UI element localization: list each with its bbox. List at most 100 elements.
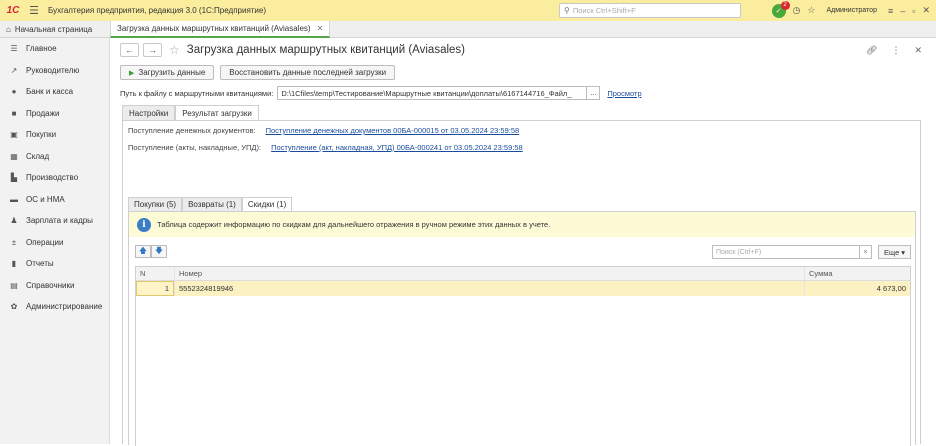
sidebar-item-label: Зарплата и кадры [26,216,93,226]
sidebar-item-manager[interactable]: ↗ Руководителю [0,60,109,82]
play-icon: ▶ [129,69,135,77]
table-header: N Номер Сумма [136,267,910,281]
gear-icon: ✿ [10,302,18,312]
person-icon: ♟ [10,216,18,226]
main-menu-icon[interactable]: ☰ [26,0,42,21]
sidebar-item-label: Главное [26,44,57,54]
history-icon[interactable]: ◷ [793,5,801,16]
info-icon: i [137,217,151,232]
cell-sum[interactable]: 4 673,00 [804,281,910,296]
tab-close-icon[interactable]: ✕ [317,24,324,33]
load-result-panel: Поступление денежных документов: Поступл… [122,120,921,446]
user-name[interactable]: Администратор [826,7,877,14]
more-button-label: Еще [883,247,900,257]
app-logo: 1С [6,5,20,16]
browse-link[interactable]: Просмотр [607,89,641,98]
sidebar-item-salary[interactable]: ♟ Зарплата и кадры [0,210,109,232]
close-icon[interactable]: ✕ [922,5,930,16]
search-icon: ⚲ [564,6,570,15]
back-button[interactable]: ← [120,43,139,57]
bag-icon: ■ [11,108,17,118]
global-search-input[interactable]: ⚲ Поиск Ctrl+Shift+F [559,3,741,18]
tab-discounts[interactable]: Скидки (1) [241,197,293,212]
settings-menu-icon[interactable]: ≡ [888,6,893,16]
table-search-clear-button[interactable]: × [860,245,872,259]
chevron-down-icon: ▾ [901,247,906,257]
cash-docs-label: Поступление денежных документов: [128,126,256,135]
column-header-n[interactable]: N [136,267,174,280]
link-icon[interactable]: 🔗︎ [866,45,877,56]
warehouse-icon: ▦ [10,151,18,161]
global-search-placeholder: Поиск Ctrl+Shift+F [572,6,636,15]
load-data-button[interactable]: ▶ Загрузить данные [120,65,215,80]
tab-returns[interactable]: Возвраты (1) [182,197,242,212]
sidebar-item-label: Операции [26,237,64,247]
favorites-star-icon[interactable]: ☆ [807,5,815,16]
cart-icon: ▣ [10,130,18,140]
path-select-button[interactable]: ... [587,86,601,100]
more-menu-icon[interactable]: ⋮ [891,45,900,56]
move-up-button[interactable]: 🡅 [135,245,151,258]
book-icon: ▤ [10,280,18,290]
column-header-number[interactable]: Номер [174,267,804,280]
notifications-count: 2 [780,0,790,10]
notifications-button[interactable]: ✓ 2 [771,0,790,18]
sidebar-item-label: Покупки [26,130,57,140]
sidebar-item-production[interactable]: ▙ Производство [0,167,109,189]
sidebar-item-label: Руководителю [26,65,80,75]
favorite-star-icon[interactable]: ☆ [169,43,180,57]
sidebar-item-label: ОС и НМА [26,194,65,204]
sidebar-item-main[interactable]: ☰ Главное [0,38,109,60]
restore-icon[interactable]: ▫ [912,6,915,16]
path-label: Путь к файлу с маршрутными квитанциями: [120,88,274,98]
table-search-input[interactable]: Поиск (Ctrl+F) [712,245,860,259]
sidebar-item-catalogs[interactable]: ▤ Справочники [0,275,109,297]
sidebar-item-label: Производство [26,173,79,183]
sidebar-item-label: Администрирование [26,302,103,312]
chart-icon: ↗ [10,65,18,75]
cell-n[interactable]: 1 [136,281,174,296]
tab-purchases[interactable]: Покупки (5) [128,197,183,212]
sidebar-item-reports[interactable]: ▮ Отчеты [0,253,109,275]
acts-link[interactable]: Поступление (акт, накладная, УПД) 00БА-0… [271,143,523,152]
discounts-panel: i Таблица содержит информацию по скидкам… [128,211,916,446]
form-close-icon[interactable]: ✕ [914,45,922,56]
forward-button[interactable]: → [143,43,162,57]
sidebar-item-warehouse[interactable]: ▦ Склад [0,146,109,168]
sidebar-item-purchases[interactable]: ▣ Покупки [0,124,109,146]
tab-settings[interactable]: Настройки [122,105,176,121]
minimize-icon[interactable]: – [900,6,905,16]
operations-icon: ± [11,237,17,247]
tab-home-label: Начальная страница [14,24,93,34]
cell-number[interactable]: 5552324819946 [174,281,804,296]
discounts-table: N Номер Сумма 1 5552324819946 4 673,00 [135,266,911,446]
tab-document[interactable]: Загрузка данных маршрутных квитанций (Av… [110,21,331,38]
restore-data-button[interactable]: Восстановить данные последней загрузки [220,65,396,80]
acts-label: Поступление (акты, накладные, УПД): [128,143,262,152]
info-bar: i Таблица содержит информацию по скидкам… [129,212,915,237]
column-header-sum[interactable]: Сумма [804,267,910,280]
window-tabs: ⌂ Начальная страница Загрузка данных мар… [0,21,936,38]
sidebar-item-label: Склад [26,151,50,161]
sidebar-item-label: Продажи [26,108,60,118]
sidebar-item-sales[interactable]: ■ Продажи [0,103,109,125]
load-data-label: Загрузить данные [138,68,206,77]
tab-load-result[interactable]: Результат загрузки [175,105,259,121]
app-title: Бухгалтерия предприятия, редакция 3.0 (1… [48,6,267,15]
table-row[interactable]: 1 5552324819946 4 673,00 [136,281,910,296]
path-field[interactable]: D:\1Cfiles\temp\Тестирование\Маршрутные … [277,86,588,100]
title-bar: 1С ☰ Бухгалтерия предприятия, редакция 3… [0,0,936,21]
move-down-button[interactable]: 🡇 [151,245,167,258]
sidebar-item-assets[interactable]: ▬ ОС и НМА [0,189,109,211]
truck-icon: ▬ [10,194,18,204]
cash-docs-link[interactable]: Поступление денежных документов 00БА-000… [266,126,520,135]
sidebar-item-bank[interactable]: ● Банк и касса [0,81,109,103]
sidebar-item-admin[interactable]: ✿ Администрирование [0,296,109,318]
form-area: ← → ☆ Загрузка данных маршрутных квитанц… [110,38,936,446]
tab-document-label: Загрузка данных маршрутных квитанций (Av… [117,24,311,33]
tab-home[interactable]: ⌂ Начальная страница [0,21,110,37]
sidebar-item-operations[interactable]: ± Операции [0,232,109,254]
sidebar: ☰ Главное ↗ Руководителю ● Банк и касса ■ Пр… [0,38,110,444]
more-button[interactable]: Еще ▾ [878,245,911,259]
sidebar-item-label: Справочники [26,280,75,290]
